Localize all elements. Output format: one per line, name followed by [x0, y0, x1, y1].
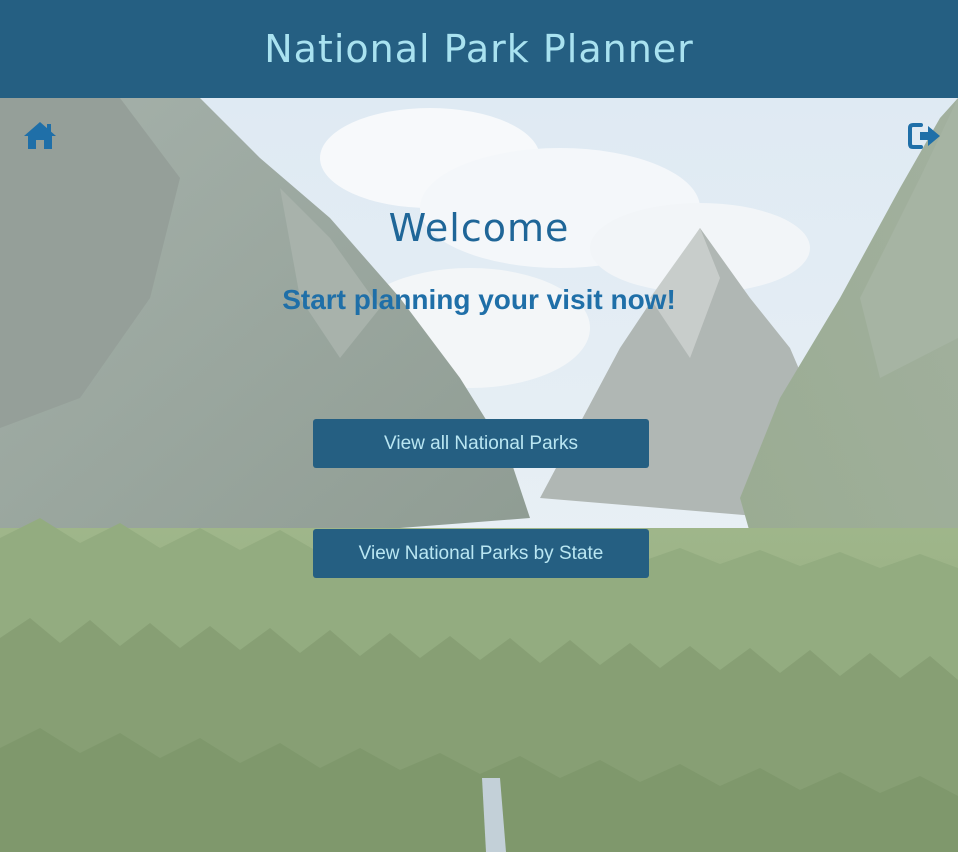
view-parks-by-state-button[interactable]: View National Parks by State: [313, 529, 649, 578]
home-button[interactable]: [22, 120, 58, 152]
welcome-subheading: Start planning your visit now!: [282, 284, 676, 315]
app-title: National Park Planner: [264, 27, 694, 71]
view-all-parks-button[interactable]: View all National Parks: [313, 419, 649, 468]
home-icon: [24, 122, 56, 149]
sign-out-button[interactable]: [908, 120, 944, 152]
welcome-heading: Welcome: [388, 206, 570, 250]
sign-out-icon: [908, 123, 940, 149]
app-header: National Park Planner: [0, 0, 958, 98]
page: National Park Planner Welcome Start plan…: [0, 0, 958, 852]
hero-section: Welcome Start planning your visit now! V…: [0, 98, 958, 852]
